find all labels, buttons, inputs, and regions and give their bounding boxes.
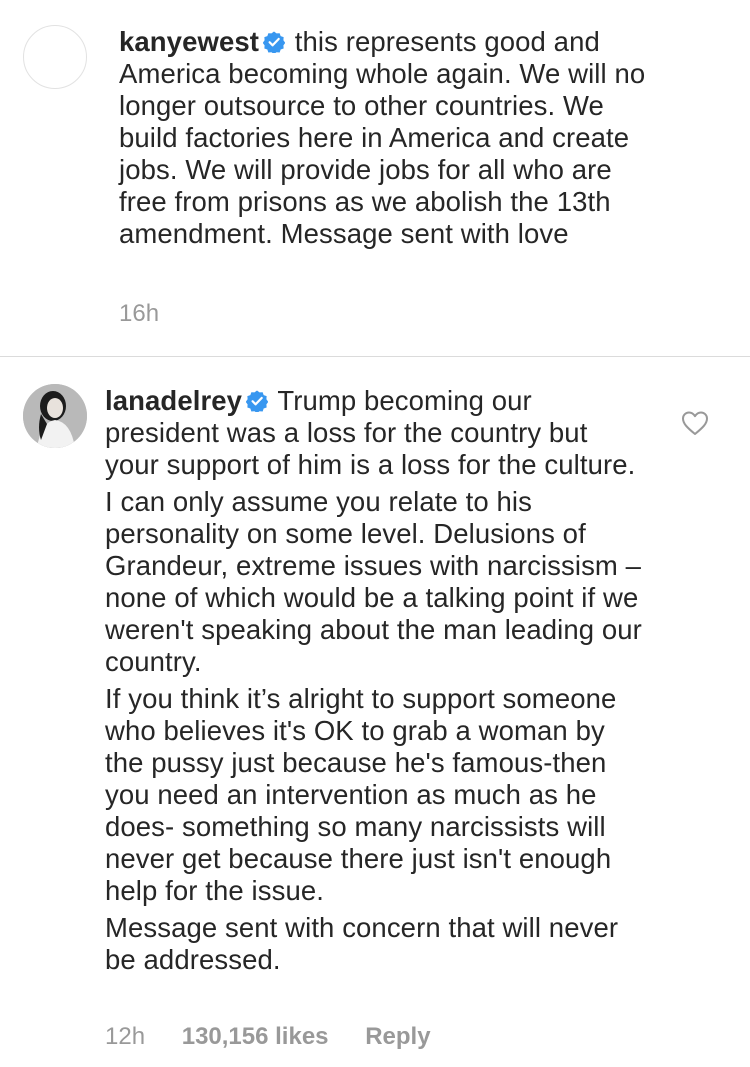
username[interactable]: kanyewest [119,26,259,57]
comment-kanyewest: kanyewest this represents good and Ameri… [0,0,750,356]
comment-paragraph: If you think it’s alright to support som… [105,683,617,906]
comment-paragraph: Message sent with concern that will neve… [105,912,619,975]
comment-paragraph: I can only assume you relate to his pers… [105,486,642,677]
comment-meta: 16h [119,300,189,328]
verified-badge-icon [246,390,269,412]
comment-time: 16h [119,300,160,327]
comment-body: kanyewest this represents good and Ameri… [119,26,659,255]
verified-badge-icon [263,31,286,53]
avatar[interactable] [23,25,87,89]
avatar[interactable] [23,384,87,448]
profile-photo [23,384,87,448]
comment-paragraph: this represents good and America becomin… [119,26,646,249]
comment-meta: 12h 130,156 likes Reply [105,1023,461,1051]
likes-count[interactable]: 130,156 likes [182,1023,329,1050]
comment-lanadelrey: lanadelrey Trump becoming our president … [0,357,750,1067]
comment-text: lanadelrey Trump becoming our president … [105,385,645,481]
heart-outline-icon[interactable] [681,410,709,436]
username[interactable]: lanadelrey [105,385,242,416]
reply-button[interactable]: Reply [365,1023,430,1050]
comment-body: lanadelrey Trump becoming our president … [105,385,645,981]
comment-text: kanyewest this represents good and Ameri… [119,26,659,250]
comment-time: 12h [105,1023,146,1050]
